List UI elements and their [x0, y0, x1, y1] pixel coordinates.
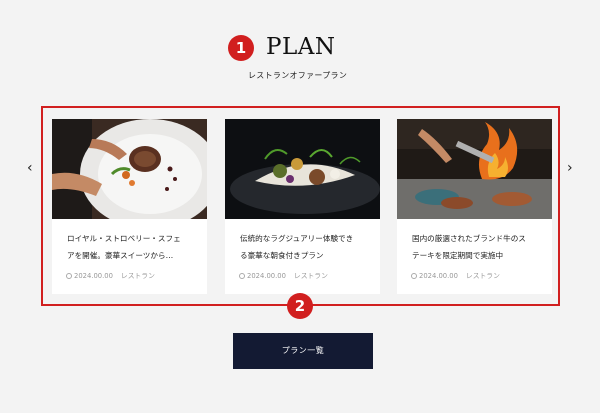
plan-card-title: 国内の厳選されたブランド牛のス テーキを限定期間で実施中 — [412, 234, 526, 260]
plan-card-category: レストラン — [465, 272, 500, 280]
clock-icon — [239, 273, 245, 279]
plan-list-button[interactable]: プラン一覧 — [233, 333, 373, 369]
marker-2: 2 — [287, 293, 313, 319]
section-subtitle: レストランオファープラン — [248, 71, 348, 80]
plan-card-date: 2024.00.00 — [247, 272, 286, 280]
plan-card-meta: 2024.00.00 レストラン — [411, 270, 500, 280]
marker-1: 1 — [228, 35, 254, 61]
clock-icon — [66, 273, 72, 279]
plan-card-image — [52, 119, 207, 219]
plan-card-date: 2024.00.00 — [74, 272, 113, 280]
chevron-left-icon[interactable]: ‹ — [27, 160, 33, 176]
plan-card-category: レストラン — [120, 272, 155, 280]
plan-card-title: 伝統的なラグジュアリー体験でき る豪華な朝食付きプラン — [240, 234, 354, 260]
plan-card-title: ロイヤル・ストロベリー・スフェ アを開催。豪華スイーツから… — [67, 234, 181, 260]
chevron-right-icon[interactable]: › — [567, 160, 573, 176]
plan-card-date: 2024.00.00 — [419, 272, 458, 280]
plan-card[interactable]: ロイヤル・ストロベリー・スフェ アを開催。豪華スイーツから… 2024.00.00… — [52, 119, 207, 294]
plan-card-meta: 2024.00.00 レストラン — [239, 270, 328, 280]
plan-card[interactable]: 国内の厳選されたブランド牛のス テーキを限定期間で実施中 2024.00.00 レス… — [397, 119, 552, 294]
plan-card-image — [225, 119, 380, 219]
plan-card-category: レストラン — [293, 272, 328, 280]
plan-card-image — [397, 119, 552, 219]
clock-icon — [411, 273, 417, 279]
section-title: PLAN — [266, 34, 336, 60]
plan-card[interactable]: 伝統的なラグジュアリー体験でき る豪華な朝食付きプラン 2024.00.00 レスト… — [225, 119, 380, 294]
plan-card-meta: 2024.00.00 レストラン — [66, 270, 155, 280]
